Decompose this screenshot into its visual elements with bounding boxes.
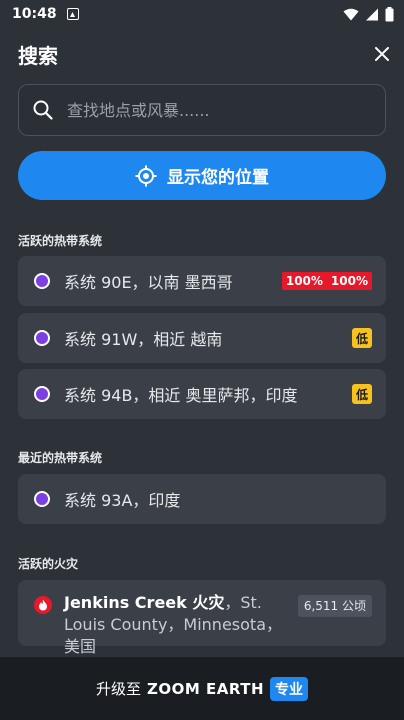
- list-item-system-94b[interactable]: 系统 94B，相近 奥里萨邦，印度 低: [18, 369, 386, 419]
- list-item-fire-jenkins-creek[interactable]: Jenkins Creek 火灾，St. Louis County，Minnes…: [18, 580, 386, 656]
- list-item-label: 系统 93A，印度: [64, 491, 181, 510]
- list-item-system-93a[interactable]: 系统 93A，印度: [18, 474, 386, 524]
- fire-area-badge: 6,511 公顷: [297, 595, 372, 617]
- low-badge: 低: [352, 384, 372, 404]
- page-title: 搜索: [18, 43, 58, 68]
- upgrade-prefix: 升级至: [95, 680, 141, 698]
- fire-place-line1: ，St.: [224, 593, 262, 612]
- fire-name: Jenkins Creek 火灾: [64, 593, 225, 612]
- search-screen: 10:48 搜索 显: [0, 0, 404, 720]
- close-button[interactable]: [368, 40, 396, 68]
- list-item-label: 系统 90E，以南 墨西哥: [64, 273, 233, 292]
- signal-icon: [366, 8, 378, 20]
- brand-name: ZOOM EARTH: [146, 679, 265, 698]
- notification-icon: [66, 8, 79, 20]
- search-box[interactable]: [18, 84, 386, 136]
- search-icon: [33, 100, 53, 120]
- probability-7d: 100%: [330, 274, 368, 288]
- storm-dot-icon: [34, 273, 50, 289]
- list-item-label: 系统 94B，相近 奥里萨邦，印度: [64, 386, 298, 405]
- show-location-label: 显示您的位置: [167, 168, 269, 188]
- header: 搜索: [18, 40, 389, 68]
- status-bar: 10:48: [0, 0, 404, 28]
- section-title-active-fires: 活跃的火灾: [18, 557, 79, 571]
- section-title-active-tropical: 活跃的热带系统: [18, 234, 103, 248]
- upgrade-banner[interactable]: 升级至 ZOOM EARTH 专业: [0, 657, 404, 720]
- probability-badge: 100% 100%: [281, 272, 372, 290]
- storm-dot-icon: [34, 330, 50, 346]
- list-item-system-91w[interactable]: 系统 91W，相近 越南 低: [18, 313, 386, 363]
- status-time: 10:48: [12, 6, 57, 22]
- low-badge: 低: [352, 328, 372, 348]
- close-icon: [375, 47, 389, 61]
- pro-badge: 专业: [270, 676, 309, 701]
- fire-details: Jenkins Creek 火灾，St. Louis County，Minnes…: [64, 592, 298, 656]
- storm-dot-icon: [34, 491, 50, 507]
- wifi-icon: [343, 8, 359, 20]
- fire-icon: [34, 596, 52, 614]
- search-input[interactable]: [65, 99, 371, 121]
- section-title-recent-tropical: 最近的热带系统: [18, 451, 103, 465]
- list-item-label: 系统 91W，相近 越南: [64, 330, 223, 349]
- probability-48h: 100%: [285, 274, 323, 288]
- crosshair-icon: [135, 165, 157, 186]
- fire-place-line2: Louis County，Minnesota，美国: [64, 615, 282, 656]
- battery-icon: [385, 6, 394, 21]
- storm-dot-icon: [34, 386, 50, 402]
- list-item-system-90e[interactable]: 系统 90E，以南 墨西哥 100% 100%: [18, 256, 386, 306]
- show-location-button[interactable]: 显示您的位置: [18, 151, 386, 200]
